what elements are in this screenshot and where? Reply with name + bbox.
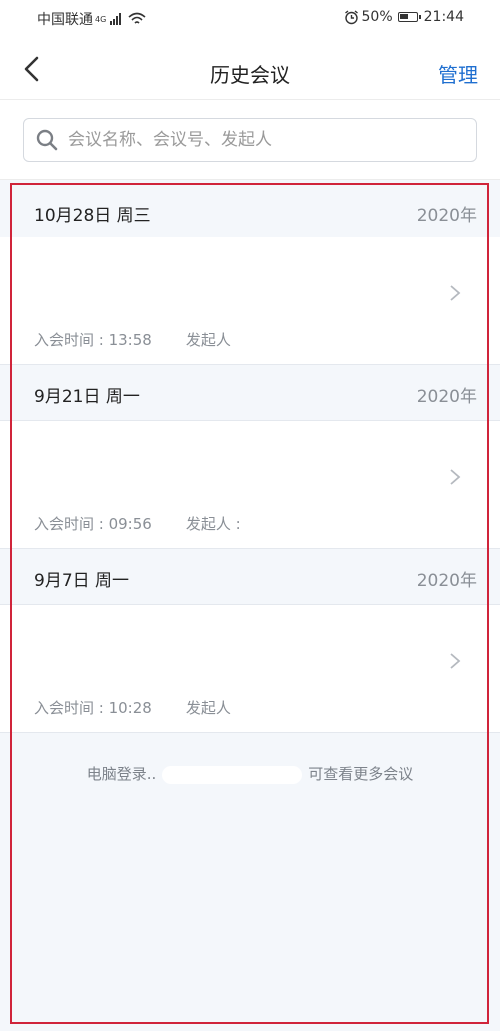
alarm-icon <box>344 9 358 24</box>
battery-icon <box>397 12 421 22</box>
search-icon <box>36 129 58 151</box>
page-title: 历史会议 <box>210 63 290 87</box>
meeting-item[interactable]: 入会时间 : 10:28 发起人 <box>0 605 500 733</box>
meeting-meta: 入会时间 : 09:56 发起人 : <box>34 513 241 534</box>
wifi-icon <box>128 12 146 24</box>
clock: 21:44 <box>423 9 464 25</box>
redacted-url <box>162 765 303 784</box>
chevron-right-icon <box>450 285 461 301</box>
creator-label: 发起人 <box>185 699 231 717</box>
group-header: 9月7日 周一 2020年 <box>0 549 500 605</box>
status-bar: 中国联通 4G 50% 21:44 <box>0 0 500 34</box>
chevron-right-icon <box>450 469 461 485</box>
join-time: 入会时间 : 09:56 <box>34 515 152 533</box>
group-date: 10月28日 周三 <box>34 206 151 226</box>
nav-bar: 历史会议 管理 <box>0 34 500 100</box>
search-input[interactable] <box>66 129 450 151</box>
meeting-meta: 入会时间 : 10:28 发起人 <box>34 697 231 718</box>
group-year: 2020年 <box>416 571 477 591</box>
search-section <box>0 100 500 180</box>
group-date: 9月21日 周一 <box>34 387 140 407</box>
join-time: 入会时间 : 10:28 <box>34 699 152 717</box>
footer-suffix: 可查看更多会议 <box>308 765 414 783</box>
creator-label: 发起人 : <box>185 515 241 533</box>
meeting-item[interactable]: 入会时间 : 09:56 发起人 : <box>0 421 500 549</box>
creator-label: 发起人 <box>185 331 231 349</box>
meeting-item[interactable]: 入会时间 : 13:58 发起人 <box>0 237 500 365</box>
battery-percent: 50% <box>361 9 393 25</box>
status-left: 中国联通 4G <box>37 9 146 29</box>
join-time: 入会时间 : 13:58 <box>34 331 152 349</box>
group-header: 10月28日 周三 2020年 <box>0 184 500 240</box>
group-year: 2020年 <box>416 387 477 407</box>
search-box[interactable] <box>23 118 477 162</box>
chevron-right-icon <box>450 653 461 669</box>
footer-prefix: 电脑登录.. <box>86 765 157 783</box>
carrier-label: 中国联通 <box>37 12 93 28</box>
network-type: 4G <box>95 14 107 24</box>
group-header: 9月21日 周一 2020年 <box>0 365 500 421</box>
manage-button[interactable]: 管理 <box>438 59 478 88</box>
footer-hint: 电脑登录.. 可查看更多会议 <box>0 763 500 784</box>
status-right: 50% 21:44 <box>344 9 464 25</box>
meeting-meta: 入会时间 : 13:58 发起人 <box>34 329 231 350</box>
group-date: 9月7日 周一 <box>34 571 130 591</box>
group-year: 2020年 <box>416 206 477 226</box>
signal-icon <box>110 13 122 25</box>
